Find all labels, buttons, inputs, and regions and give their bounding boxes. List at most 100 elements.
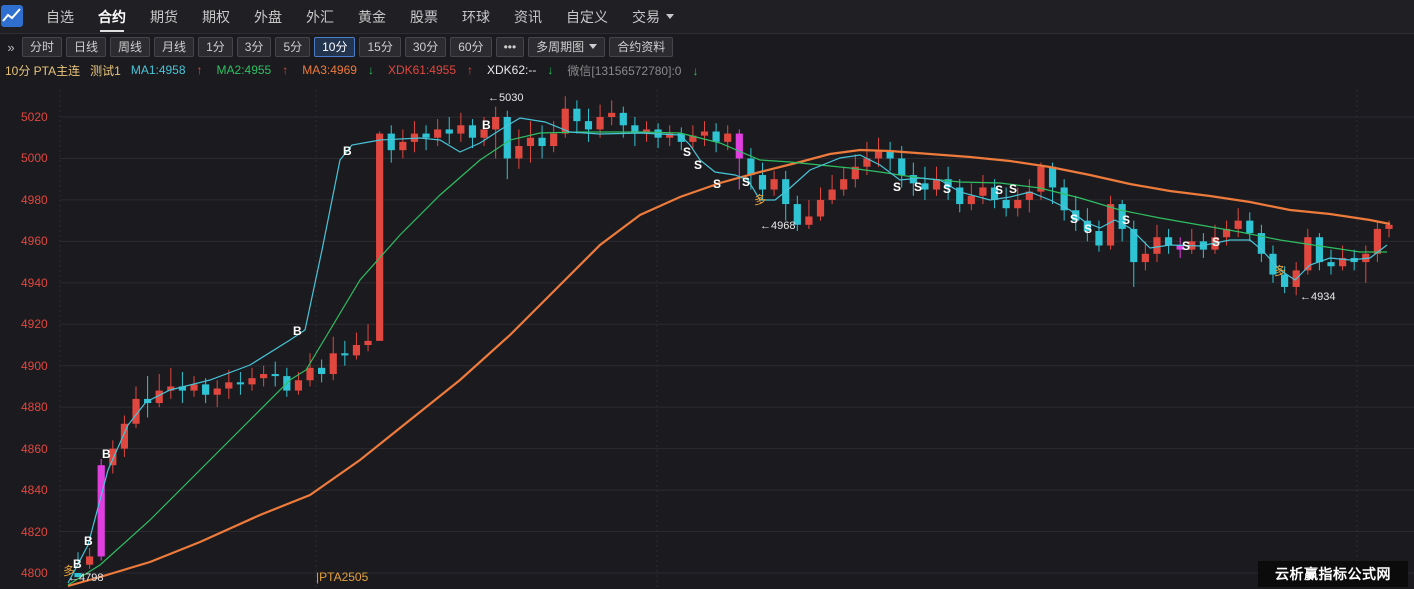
sell-signal: S (893, 180, 902, 194)
sell-signal: S (1182, 239, 1191, 253)
period-button-4[interactable]: 1分 (198, 37, 233, 57)
period-button-2[interactable]: 周线 (110, 37, 151, 57)
candle-body (318, 367, 326, 375)
nav-item-10[interactable]: 自定义 (554, 0, 620, 34)
candle-body (573, 108, 581, 122)
candle-body (921, 183, 929, 190)
nav-item-label: 自定义 (566, 9, 608, 25)
app-logo-icon[interactable] (0, 4, 24, 28)
buy-signal: B (343, 144, 352, 158)
candle-body (700, 131, 709, 136)
sell-signal: S (914, 180, 923, 194)
nav-item-8[interactable]: 环球 (450, 0, 502, 34)
more-periods-button[interactable]: ••• (495, 37, 525, 57)
candle-body (1095, 231, 1103, 246)
candle-body (1048, 166, 1057, 188)
low-annotation-right: ←4934 (1300, 291, 1336, 303)
candle-body (260, 374, 268, 379)
candle-body (213, 388, 221, 395)
period-button-7[interactable]: 10分 (314, 37, 356, 57)
y-tick-label: 4980 (21, 192, 48, 207)
sell-signal: S (943, 182, 952, 196)
ma2-value: MA2:4955 ↑ (217, 63, 299, 77)
xdk62-text: XDK62:-- (487, 63, 537, 77)
candle-body (1385, 224, 1393, 229)
period-button-5[interactable]: 3分 (236, 37, 272, 57)
period-buttons: 分时 日线 周线 月线 1分 3分 5分 10分 15分 30分 60分 (22, 37, 496, 57)
contract-tag-text: PTA2505 (319, 570, 369, 584)
buy-signal: B (482, 118, 491, 132)
expand-panel-icon[interactable]: » (0, 40, 22, 55)
nav-item-label: 黄金 (358, 9, 386, 25)
xdk62-value: XDK62:-- ↓ (487, 63, 563, 77)
trend-signal: 多 (1274, 264, 1287, 278)
nav-item-9[interactable]: 资讯 (502, 0, 554, 34)
candle-body (1141, 253, 1149, 263)
candle-body (341, 353, 349, 356)
candle-body (515, 146, 523, 159)
candle-body (492, 117, 500, 130)
y-tick-label: 4800 (21, 566, 48, 580)
xdk61-text: XDK61:4955 (387, 63, 456, 77)
nav-item-7[interactable]: 股票 (398, 0, 450, 34)
ma1-text: MA1:4958 (130, 63, 186, 77)
sell-signal: S (694, 158, 703, 172)
candle-body (202, 384, 210, 395)
top-nav: 自选 合约 期货 期权 外盘 外汇 黄金 股票 环球 资讯 自定义 交易 (0, 0, 1414, 34)
candle-body (190, 384, 198, 391)
nav-item-label: 交易 (632, 9, 660, 25)
y-tick-label: 4820 (21, 524, 48, 539)
nav-menu: 自选 合约 期货 期权 外盘 外汇 黄金 股票 环球 资讯 自定义 交易 (34, 0, 686, 34)
nav-item-label: 外汇 (306, 9, 334, 25)
down-arrow-icon: ↓ (692, 63, 699, 78)
xdk61-value: XDK61:4955 ↑ (388, 63, 483, 77)
watermark: 云析赢指标公式网 (1258, 561, 1408, 587)
nav-item-1[interactable]: 合约 (86, 0, 138, 34)
y-tick-label: 4940 (21, 275, 48, 290)
period-button-9[interactable]: 30分 (404, 37, 447, 57)
wechat-text: 微信[13156572780]:0 (567, 63, 682, 78)
nav-item-label: 外盘 (254, 9, 282, 25)
period-button-8[interactable]: 15分 (359, 37, 401, 57)
period-button-10[interactable]: 60分 (450, 37, 492, 57)
candle-body (596, 117, 604, 130)
wechat-value: 微信[13156572780]:0 ↓ (567, 62, 708, 79)
nav-item-label: 股票 (410, 9, 438, 25)
candle-body (1106, 204, 1115, 246)
sell-signal: S (1212, 235, 1221, 249)
candle-body (608, 112, 616, 117)
multi-period-button[interactable]: 多周期图 (528, 37, 606, 57)
period-toolbar: » 分时 日线 周线 月线 1分 3分 5分 10分 15分 30分 60分 ••• 多周期图 合约… (0, 35, 1414, 59)
nav-item-label: 合约 (98, 9, 126, 25)
kline-chart[interactable]: 4800 4820 4840 4860 4880 4900 4920 4940 4960 4980… (0, 80, 1414, 589)
candle-body (1153, 237, 1161, 254)
candle-body (1014, 199, 1022, 209)
nav-item-4[interactable]: 外盘 (242, 0, 294, 34)
period-button-3[interactable]: 月线 (154, 37, 195, 57)
candle-body (724, 133, 732, 142)
candle-body (457, 125, 465, 134)
period-button-0[interactable]: 分时 (22, 37, 63, 57)
candle-body (932, 179, 941, 190)
contract-info-button[interactable]: 合约资料 (609, 37, 674, 57)
nav-item-label: 资讯 (514, 9, 542, 25)
nav-item-6[interactable]: 黄金 (346, 0, 398, 34)
nav-item-0[interactable]: 自选 (34, 0, 86, 34)
ma3-value: MA3:4969 ↓ (302, 63, 384, 77)
high-annotation: ←5030 (488, 92, 524, 104)
chart-title: 10分 PTA主连 (5, 63, 81, 78)
nav-item-label: 期货 (150, 9, 178, 25)
period-button-6[interactable]: 5分 (275, 37, 311, 57)
kline-chart-svg[interactable] (0, 80, 1414, 589)
candle-body (805, 216, 813, 225)
nav-item-2[interactable]: 期货 (138, 0, 190, 34)
nav-item-11[interactable]: 交易 (620, 0, 686, 34)
period-button-1[interactable]: 日线 (66, 37, 107, 57)
candle-body (399, 141, 407, 151)
candle-body (86, 556, 94, 565)
ma3-text: MA3:4969 (302, 63, 357, 77)
nav-item-5[interactable]: 外汇 (294, 0, 346, 34)
candle-body (503, 117, 511, 159)
up-arrow-icon: ↑ (282, 63, 289, 77)
nav-item-3[interactable]: 期权 (190, 0, 242, 34)
